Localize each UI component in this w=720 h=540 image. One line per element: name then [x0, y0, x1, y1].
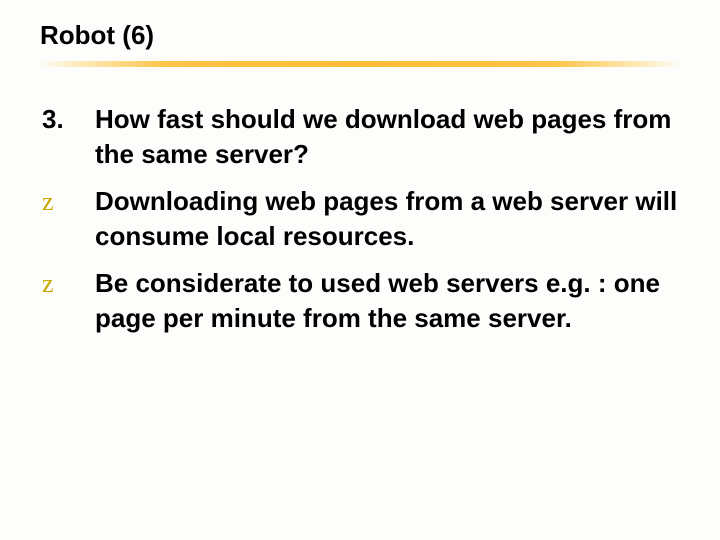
item-marker: z: [40, 266, 95, 336]
item-text: Downloading web pages from a web server …: [95, 184, 680, 254]
item-marker: z: [40, 184, 95, 254]
list-item: z Be considerate to used web servers e.g…: [40, 266, 680, 336]
item-text: How fast should we download web pages fr…: [95, 102, 680, 172]
slide-title: Robot (6): [40, 20, 680, 51]
title-underline: [40, 61, 680, 67]
item-text: Be considerate to used web servers e.g. …: [95, 266, 680, 336]
slide-content: 3. How fast should we download web pages…: [40, 102, 680, 337]
item-marker: 3.: [40, 102, 95, 172]
list-item: 3. How fast should we download web pages…: [40, 102, 680, 172]
list-item: z Downloading web pages from a web serve…: [40, 184, 680, 254]
